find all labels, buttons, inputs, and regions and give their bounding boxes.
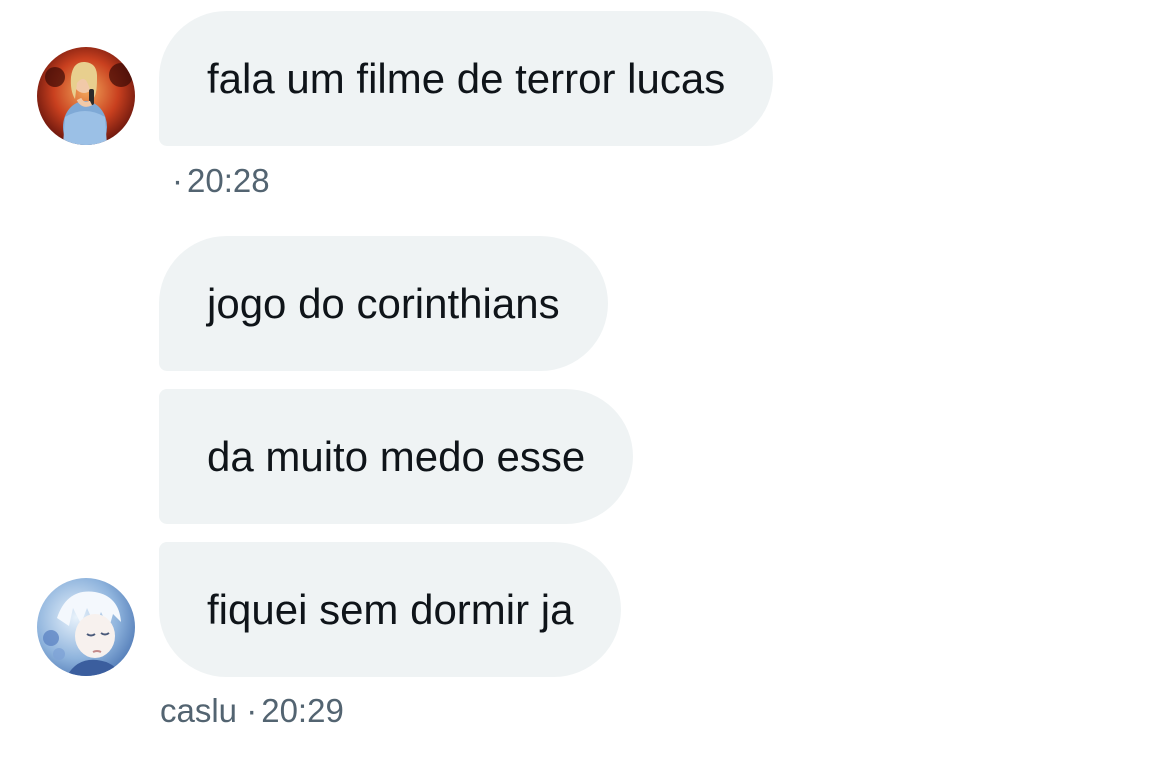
woman-singing-avatar-icon	[37, 47, 135, 145]
timestamp-text: 20:29	[261, 692, 344, 729]
message-bubble[interactable]: fiquei sem dormir ja	[159, 542, 622, 677]
message-text: fiquei sem dormir ja	[207, 585, 574, 633]
sender-name[interactable]: caslu	[160, 692, 237, 729]
message-text: jogo do corinthians	[207, 279, 560, 327]
message-timestamp: · 20:28	[172, 164, 270, 197]
separator-dot: ·	[246, 692, 258, 729]
separator-dot: ·	[172, 162, 183, 199]
message-sender-timestamp: caslu · 20:29	[160, 694, 344, 727]
message-bubble[interactable]: da muito medo esse	[159, 389, 634, 524]
message-text: da muito medo esse	[207, 432, 586, 480]
message-bubble[interactable]: jogo do corinthians	[159, 236, 608, 371]
timestamp-text: 20:28	[187, 162, 270, 199]
avatar[interactable]	[37, 578, 135, 676]
message-bubble[interactable]: fala um filme de terror lucas	[159, 11, 774, 146]
anime-boy-avatar-icon	[37, 578, 135, 676]
message-text: fala um filme de terror lucas	[207, 54, 726, 102]
avatar[interactable]	[37, 47, 135, 145]
